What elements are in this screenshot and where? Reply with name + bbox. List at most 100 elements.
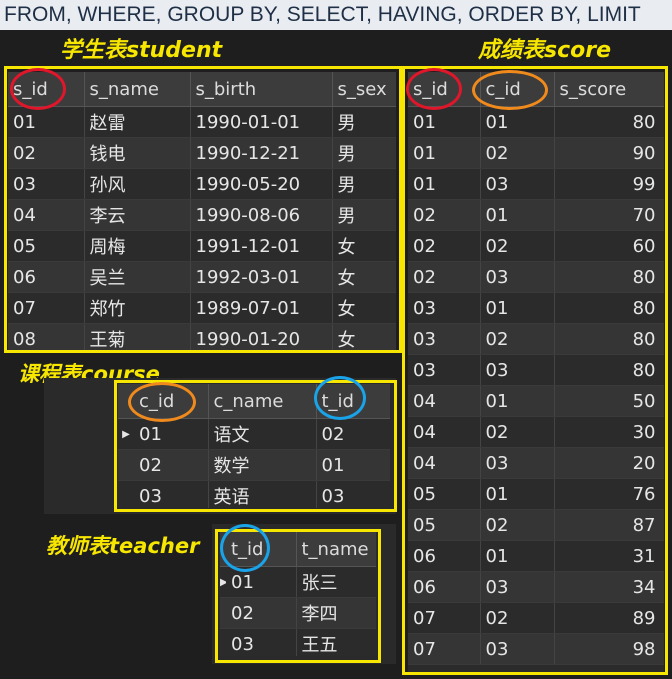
score-row[interactable]: 03 02 80 <box>408 323 664 355</box>
student-cell-s_id[interactable]: 05 <box>8 230 85 262</box>
score-cell-s_id[interactable]: 03 <box>408 323 481 355</box>
score-cell-s_id[interactable]: 03 <box>408 292 481 324</box>
score-row[interactable]: 01 01 80 <box>408 106 664 138</box>
score-cell-s_score[interactable]: 80 <box>554 323 664 355</box>
score-cell-s_id[interactable]: 04 <box>408 447 481 479</box>
score-cell-c_id[interactable]: 03 <box>480 261 555 293</box>
score-row[interactable]: 02 03 80 <box>408 261 664 293</box>
score-cell-s_score[interactable]: 98 <box>554 633 664 665</box>
teacher-cell-t_name[interactable]: 王五 <box>296 628 376 656</box>
score-row[interactable]: 03 01 80 <box>408 292 664 324</box>
student-cell-s_id[interactable]: 02 <box>8 137 85 169</box>
score-cell-s_id[interactable]: 04 <box>408 416 481 448</box>
score-cell-c_id[interactable]: 01 <box>480 478 555 510</box>
score-cell-c_id[interactable]: 03 <box>480 354 555 386</box>
teacher-row[interactable]: 03 王五 <box>220 628 376 656</box>
score-cell-c_id[interactable]: 02 <box>480 602 555 634</box>
score-row[interactable]: 06 03 34 <box>408 571 664 603</box>
course-header-t_id[interactable]: t_id <box>316 384 390 419</box>
student-cell-s_name[interactable]: 李云 <box>84 199 191 231</box>
score-header-s_id[interactable]: s_id <box>408 72 481 107</box>
score-row[interactable]: 04 01 50 <box>408 385 664 417</box>
score-cell-s_id[interactable]: 02 <box>408 261 481 293</box>
teacher-cell-t_name[interactable]: 张三 <box>296 566 376 598</box>
student-cell-s_sex[interactable]: 男 <box>332 137 396 169</box>
student-row[interactable]: 06 吴兰 1992-03-01 女 <box>8 261 396 293</box>
score-cell-s_id[interactable]: 05 <box>408 509 481 541</box>
teacher-cell-t_name[interactable]: 李四 <box>296 597 376 629</box>
score-cell-s_id[interactable]: 05 <box>408 478 481 510</box>
score-cell-s_score[interactable]: 80 <box>554 354 664 386</box>
score-cell-s_score[interactable]: 60 <box>554 230 664 262</box>
course-cell-c_id[interactable]: 01 <box>134 418 209 450</box>
score-header-s_score[interactable]: s_score <box>554 72 664 107</box>
score-cell-s_id[interactable]: 01 <box>408 106 481 138</box>
score-row[interactable]: 01 02 90 <box>408 137 664 169</box>
student-cell-s_sex[interactable]: 女 <box>332 261 396 293</box>
score-cell-c_id[interactable]: 02 <box>480 137 555 169</box>
score-cell-s_id[interactable]: 02 <box>408 199 481 231</box>
score-cell-s_score[interactable]: 89 <box>554 602 664 634</box>
course-header-c_id[interactable]: c_id <box>134 384 209 419</box>
score-cell-c_id[interactable]: 03 <box>480 633 555 665</box>
score-row[interactable]: 06 01 31 <box>408 540 664 572</box>
score-cell-s_score[interactable]: 70 <box>554 199 664 231</box>
score-cell-c_id[interactable]: 03 <box>480 447 555 479</box>
score-cell-c_id[interactable]: 02 <box>480 416 555 448</box>
student-row[interactable]: 02 钱电 1990-12-21 男 <box>8 137 396 169</box>
course-cell-t_id[interactable]: 03 <box>316 480 390 508</box>
score-cell-s_score[interactable]: 90 <box>554 137 664 169</box>
student-row[interactable]: 01 赵雷 1990-01-01 男 <box>8 106 396 138</box>
student-cell-s_sex[interactable]: 男 <box>332 199 396 231</box>
student-cell-s_sex[interactable]: 女 <box>332 292 396 324</box>
student-cell-s_sex[interactable]: 男 <box>332 106 396 138</box>
teacher-row[interactable]: ▶01张三 <box>220 566 376 598</box>
score-cell-c_id[interactable]: 01 <box>480 540 555 572</box>
course-row[interactable]: ▶ 01 语文 02 <box>118 418 390 450</box>
score-cell-s_score[interactable]: 80 <box>554 292 664 324</box>
score-cell-s_score[interactable]: 50 <box>554 385 664 417</box>
score-cell-s_score[interactable]: 76 <box>554 478 664 510</box>
score-header-c_id[interactable]: c_id <box>480 72 555 107</box>
score-cell-s_score[interactable]: 87 <box>554 509 664 541</box>
student-row[interactable]: 07 郑竹 1989-07-01 女 <box>8 292 396 324</box>
student-cell-s_id[interactable]: 08 <box>8 323 85 350</box>
teacher-cell-t_id[interactable]: 02 <box>226 597 297 629</box>
course-cell-t_id[interactable]: 02 <box>316 418 390 450</box>
student-cell-s_id[interactable]: 04 <box>8 199 85 231</box>
course-cell-c_name[interactable]: 英语 <box>208 480 317 508</box>
student-row[interactable]: 04 李云 1990-08-06 男 <box>8 199 396 231</box>
student-header-s_id[interactable]: s_id <box>8 72 85 107</box>
student-cell-s_name[interactable]: 王菊 <box>84 323 191 350</box>
score-cell-c_id[interactable]: 03 <box>480 168 555 200</box>
course-cell-c_id[interactable]: 02 <box>134 449 209 481</box>
score-cell-s_id[interactable]: 02 <box>408 230 481 262</box>
student-header-s_name[interactable]: s_name <box>84 72 191 107</box>
score-cell-s_id[interactable]: 04 <box>408 385 481 417</box>
score-cell-s_score[interactable]: 31 <box>554 540 664 572</box>
student-cell-s_birth[interactable]: 1990-01-20 <box>190 323 333 350</box>
teacher-cell-t_id[interactable]: 01 <box>226 566 297 598</box>
student-cell-s_name[interactable]: 赵雷 <box>84 106 191 138</box>
score-cell-s_score[interactable]: 20 <box>554 447 664 479</box>
score-cell-s_id[interactable]: 01 <box>408 137 481 169</box>
course-row[interactable]: 02 数学 01 <box>118 449 390 481</box>
score-row[interactable]: 02 02 60 <box>408 230 664 262</box>
course-cell-c_name[interactable]: 数学 <box>208 449 317 481</box>
score-cell-c_id[interactable]: 01 <box>480 385 555 417</box>
student-cell-s_id[interactable]: 03 <box>8 168 85 200</box>
student-cell-s_birth[interactable]: 1989-07-01 <box>190 292 333 324</box>
student-cell-s_name[interactable]: 郑竹 <box>84 292 191 324</box>
score-cell-s_id[interactable]: 03 <box>408 354 481 386</box>
teacher-header-t_name[interactable]: t_name <box>296 532 376 567</box>
student-cell-s_id[interactable]: 01 <box>8 106 85 138</box>
student-row[interactable]: 08 王菊 1990-01-20 女 <box>8 323 396 350</box>
student-row[interactable]: 05 周梅 1991-12-01 女 <box>8 230 396 262</box>
score-cell-c_id[interactable]: 01 <box>480 106 555 138</box>
course-row[interactable]: 03 英语 03 <box>118 480 390 508</box>
score-row[interactable]: 05 01 76 <box>408 478 664 510</box>
student-cell-s_id[interactable]: 06 <box>8 261 85 293</box>
student-cell-s_birth[interactable]: 1990-01-01 <box>190 106 333 138</box>
score-cell-s_score[interactable]: 99 <box>554 168 664 200</box>
student-cell-s_name[interactable]: 钱电 <box>84 137 191 169</box>
